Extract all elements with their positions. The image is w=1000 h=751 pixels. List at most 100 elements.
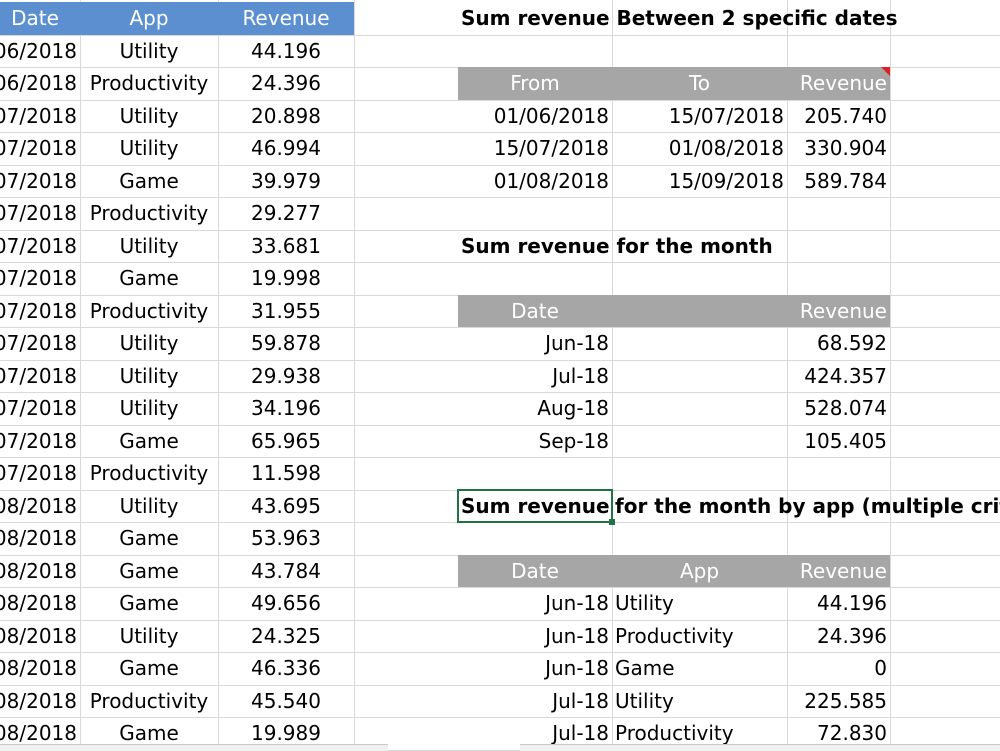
s3-revenue[interactable]: 225.585 — [787, 685, 890, 718]
section-title-month[interactable]: Sum revenue for the month — [458, 230, 1000, 263]
left-table-revenue[interactable]: 46.336 — [218, 652, 354, 685]
s1-from[interactable]: 01/06/2018 — [458, 100, 612, 133]
left-table-date[interactable]: 07/2018 — [0, 425, 80, 458]
left-table-revenue[interactable]: 20.898 — [218, 100, 354, 133]
s3-app[interactable]: Utility — [612, 587, 787, 620]
s1-revenue[interactable]: 589.784 — [787, 165, 890, 198]
s1-revenue[interactable]: 330.904 — [787, 132, 890, 165]
left-table-revenue[interactable]: 31.955 — [218, 295, 354, 328]
comment-indicator-icon[interactable] — [881, 67, 890, 76]
s1-header-revenue[interactable]: Revenue — [787, 67, 890, 100]
s3-revenue[interactable]: 24.396 — [787, 620, 890, 653]
s2-date[interactable]: Sep-18 — [458, 425, 612, 458]
s3-header-date[interactable]: Date — [458, 554, 612, 587]
s2-date[interactable]: Jun-18 — [458, 327, 612, 360]
left-table-revenue[interactable]: 44.196 — [218, 35, 354, 68]
s2-date[interactable]: Aug-18 — [458, 392, 612, 425]
left-table-app[interactable]: Game — [80, 522, 218, 555]
left-table-date[interactable]: 07/2018 — [0, 132, 80, 165]
left-table-revenue[interactable]: 29.938 — [218, 360, 354, 393]
left-table-app[interactable]: Game — [80, 652, 218, 685]
left-table-revenue[interactable]: 65.965 — [218, 425, 354, 458]
left-table-revenue[interactable]: 46.994 — [218, 132, 354, 165]
left-table-revenue[interactable]: 19.998 — [218, 262, 354, 295]
left-table-app[interactable]: Productivity — [80, 67, 218, 100]
left-table-header[interactable]: App — [80, 2, 218, 35]
s3-app[interactable]: Utility — [612, 685, 787, 718]
left-table-date[interactable]: 08/2018 — [0, 555, 80, 588]
active-cell-selection[interactable] — [457, 488, 613, 523]
s2-header-date[interactable]: Date — [458, 294, 612, 327]
left-table-date[interactable]: 07/2018 — [0, 327, 80, 360]
left-table-app[interactable]: Utility — [80, 360, 218, 393]
s1-to[interactable]: 15/09/2018 — [612, 165, 787, 198]
s3-date[interactable]: Jul-18 — [458, 685, 612, 718]
left-table-revenue[interactable]: 34.196 — [218, 392, 354, 425]
left-table-date[interactable]: 07/2018 — [0, 262, 80, 295]
left-table-date[interactable]: 07/2018 — [0, 392, 80, 425]
left-table-date[interactable]: 07/2018 — [0, 457, 80, 490]
s2-revenue[interactable]: 68.592 — [787, 327, 890, 360]
left-table-date[interactable]: 07/2018 — [0, 165, 80, 198]
left-table-date[interactable]: 08/2018 — [0, 522, 80, 555]
s1-revenue[interactable]: 205.740 — [787, 100, 890, 133]
left-table-app[interactable]: Productivity — [80, 197, 218, 230]
left-table-app[interactable]: Utility — [80, 230, 218, 263]
s3-revenue[interactable]: 0 — [787, 652, 890, 685]
left-table-date[interactable]: 06/2018 — [0, 35, 80, 68]
left-table-app[interactable]: Utility — [80, 490, 218, 523]
left-table-revenue[interactable]: 29.277 — [218, 197, 354, 230]
left-table-app[interactable]: Game — [80, 587, 218, 620]
left-table-app[interactable]: Productivity — [80, 457, 218, 490]
left-table-app[interactable]: Game — [80, 555, 218, 588]
left-table-app[interactable]: Utility — [80, 132, 218, 165]
s1-header-to[interactable]: To — [612, 67, 787, 100]
left-table-date[interactable]: 06/2018 — [0, 67, 80, 100]
left-table-revenue[interactable]: 43.784 — [218, 555, 354, 588]
s2-header-revenue[interactable]: Revenue — [787, 294, 890, 327]
left-table-app[interactable]: Productivity — [80, 295, 218, 328]
left-table-date[interactable]: 07/2018 — [0, 100, 80, 133]
s1-from[interactable]: 01/08/2018 — [458, 165, 612, 198]
left-table-app[interactable]: Game — [80, 425, 218, 458]
left-table-app[interactable]: Utility — [80, 100, 218, 133]
left-table-revenue[interactable]: 45.540 — [218, 685, 354, 718]
left-table-app[interactable]: Productivity — [80, 685, 218, 718]
left-table-date[interactable]: 07/2018 — [0, 230, 80, 263]
s1-from[interactable]: 15/07/2018 — [458, 132, 612, 165]
s3-revenue[interactable]: 44.196 — [787, 587, 890, 620]
s3-date[interactable]: Jun-18 — [458, 620, 612, 653]
s3-date[interactable]: Jun-18 — [458, 587, 612, 620]
left-table-date[interactable]: 07/2018 — [0, 197, 80, 230]
left-table-revenue[interactable]: 59.878 — [218, 327, 354, 360]
left-table-app[interactable]: Utility — [80, 35, 218, 68]
left-table-revenue[interactable]: 53.963 — [218, 522, 354, 555]
left-table-date[interactable]: 08/2018 — [0, 620, 80, 653]
s3-app[interactable]: Productivity — [612, 620, 787, 653]
left-table-date[interactable]: 07/2018 — [0, 295, 80, 328]
left-table-date[interactable]: 07/2018 — [0, 360, 80, 393]
left-table-app[interactable]: Game — [80, 165, 218, 198]
s2-revenue[interactable]: 105.405 — [787, 425, 890, 458]
s3-date[interactable]: Jun-18 — [458, 652, 612, 685]
fill-handle[interactable] — [609, 519, 615, 525]
section-title-by-app-part2[interactable]: for the month by app (multiple crit — [612, 490, 1000, 523]
left-table-app[interactable]: Utility — [80, 620, 218, 653]
left-table-app[interactable]: Utility — [80, 392, 218, 425]
s3-app[interactable]: Game — [612, 652, 787, 685]
s1-header-from[interactable]: From — [458, 67, 612, 100]
left-table-revenue[interactable]: 39.979 — [218, 165, 354, 198]
left-table-revenue[interactable]: 49.656 — [218, 587, 354, 620]
s1-to[interactable]: 15/07/2018 — [612, 100, 787, 133]
left-table-revenue[interactable]: 33.681 — [218, 230, 354, 263]
s3-header-app[interactable]: App — [612, 554, 787, 587]
s2-header-blank[interactable] — [612, 294, 787, 327]
s2-revenue[interactable]: 424.357 — [787, 360, 890, 393]
s1-to[interactable]: 01/08/2018 — [612, 132, 787, 165]
left-table-revenue[interactable]: 24.396 — [218, 67, 354, 100]
section-title-between-dates[interactable]: Sum revenue Between 2 specific dates — [458, 2, 1000, 35]
left-table-revenue[interactable]: 24.325 — [218, 620, 354, 653]
s2-revenue[interactable]: 528.074 — [787, 392, 890, 425]
left-table-app[interactable]: Utility — [80, 327, 218, 360]
left-table-revenue[interactable]: 11.598 — [218, 457, 354, 490]
